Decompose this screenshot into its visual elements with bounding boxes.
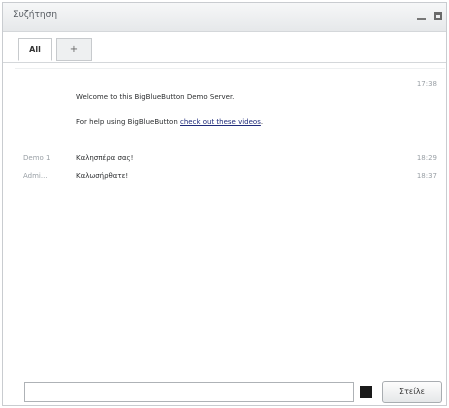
- help-videos-link[interactable]: check out these videos: [180, 118, 261, 126]
- chat-composer: Στείλε: [3, 379, 446, 405]
- message-sender: Demo 1: [23, 154, 51, 162]
- maximize-icon[interactable]: [434, 12, 442, 20]
- chat-window: Συζήτηση All + 17:38 Welcome to this Big…: [2, 2, 447, 406]
- chat-message: Demo 1 Καλησπέρα σας! 18:29: [15, 149, 443, 167]
- chat-message: For help using BigBlueButton check out t…: [15, 113, 443, 131]
- message-text: Welcome to this BigBlueButton Demo Serve…: [76, 93, 235, 101]
- tab-all[interactable]: All: [18, 38, 52, 61]
- message-sender: Admi...: [23, 172, 48, 180]
- text-color-picker[interactable]: [360, 386, 372, 398]
- chat-message: Admi... Καλωσήρθατε! 18:37: [15, 167, 443, 185]
- minimize-icon[interactable]: [417, 18, 426, 20]
- tab-add-private-chat[interactable]: +: [56, 38, 92, 61]
- message-text: Καλωσήρθατε!: [76, 172, 129, 180]
- chat-tabs: All +: [3, 32, 446, 63]
- window-titlebar: Συζήτηση: [3, 3, 446, 32]
- chat-message: Welcome to this BigBlueButton Demo Serve…: [15, 88, 443, 106]
- message-text: For help using BigBlueButton check out t…: [76, 113, 263, 131]
- message-text-prefix: For help using BigBlueButton: [76, 118, 181, 126]
- message-time: 18:37: [416, 172, 437, 180]
- chat-message-list[interactable]: 17:38 Welcome to this BigBlueButton Demo…: [15, 68, 445, 376]
- message-text: Καλησπέρα σας!: [76, 154, 134, 162]
- window-controls: [417, 9, 442, 20]
- chat-message-input[interactable]: [24, 382, 354, 402]
- message-text-suffix: .: [260, 118, 264, 126]
- send-button[interactable]: Στείλε: [382, 381, 442, 403]
- message-time: 18:29: [416, 154, 437, 162]
- window-title: Συζήτηση: [13, 10, 58, 20]
